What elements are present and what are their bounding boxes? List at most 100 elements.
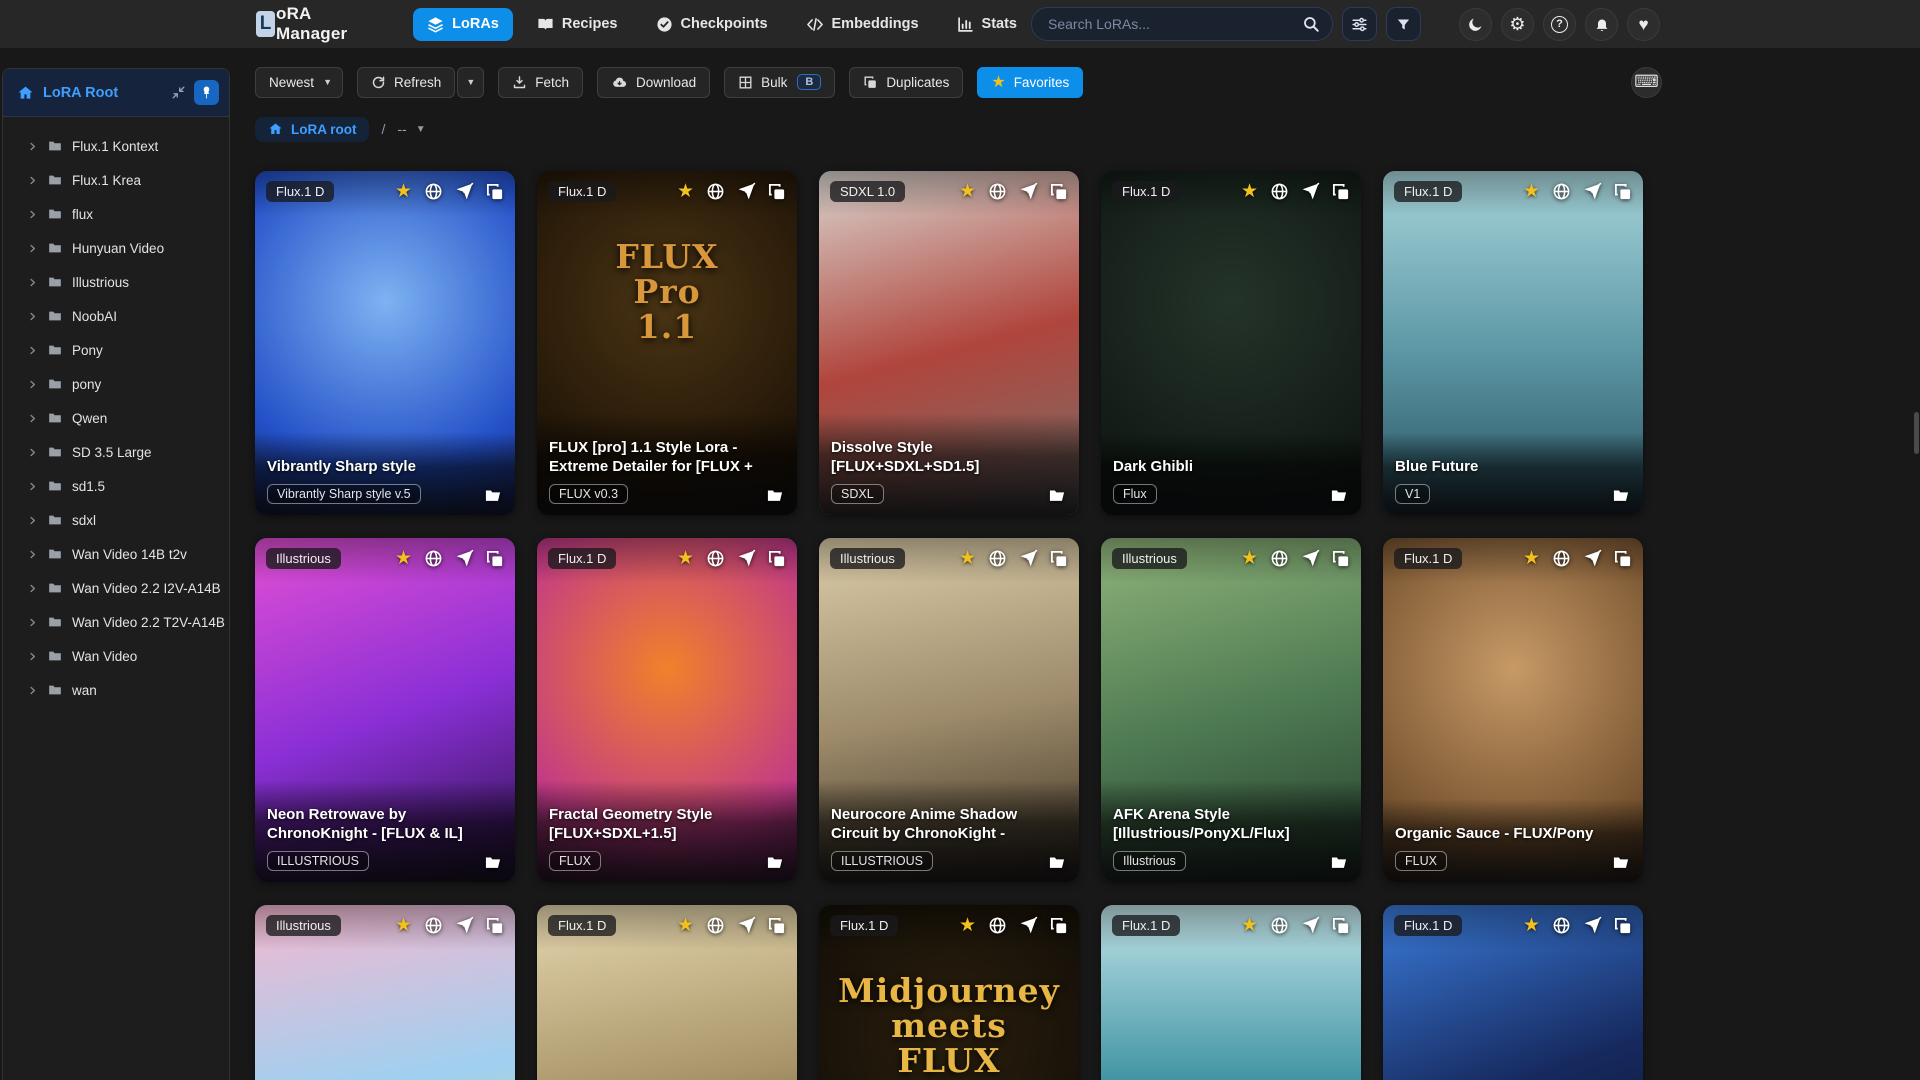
chevron-right-icon[interactable] bbox=[27, 583, 38, 594]
lora-card[interactable]: Illustrious ★ Neon Retrowave by ChronoKn… bbox=[255, 538, 515, 882]
lora-card[interactable]: Flux.1 D ★ FLUX Pro 1.1 FLUX [pro] 1.1 Sty… bbox=[537, 171, 797, 515]
globe-icon[interactable] bbox=[424, 549, 443, 568]
filter-button[interactable] bbox=[1386, 7, 1421, 41]
lora-card[interactable]: Flux.1 D ★ Fractal Geometry Style [FLUX+… bbox=[537, 538, 797, 882]
open-folder-icon[interactable] bbox=[765, 487, 785, 504]
copy-icon[interactable] bbox=[486, 917, 504, 935]
folder-tree-item[interactable]: Qwen bbox=[3, 401, 229, 435]
globe-icon[interactable] bbox=[988, 916, 1007, 935]
folder-tree-item[interactable]: Wan Video 2.2 I2V-A14B bbox=[3, 571, 229, 605]
lora-card[interactable]: Flux.1 D ★ Vibrantly Sharp style Vibrant… bbox=[255, 171, 515, 515]
favorite-star-icon[interactable]: ★ bbox=[959, 916, 976, 935]
pin-sidebar-button[interactable] bbox=[194, 80, 219, 105]
copy-icon[interactable] bbox=[1050, 550, 1068, 568]
favorite-star-icon[interactable]: ★ bbox=[677, 182, 694, 201]
send-icon[interactable] bbox=[455, 916, 474, 935]
copy-icon[interactable] bbox=[486, 550, 504, 568]
globe-icon[interactable] bbox=[706, 182, 725, 201]
folder-tree-item[interactable]: flux bbox=[3, 197, 229, 231]
help-button[interactable]: ? bbox=[1543, 7, 1576, 41]
sort-select[interactable]: Newest ▼ bbox=[255, 66, 343, 98]
favorite-star-icon[interactable]: ★ bbox=[395, 182, 412, 201]
chevron-right-icon[interactable] bbox=[27, 651, 38, 662]
globe-icon[interactable] bbox=[1552, 549, 1571, 568]
send-icon[interactable] bbox=[1301, 182, 1320, 201]
chevron-right-icon[interactable] bbox=[27, 243, 38, 254]
favorite-star-icon[interactable]: ★ bbox=[959, 549, 976, 568]
copy-icon[interactable] bbox=[486, 183, 504, 201]
send-icon[interactable] bbox=[1583, 549, 1602, 568]
favorite-star-icon[interactable]: ★ bbox=[1523, 916, 1540, 935]
search-input[interactable] bbox=[1048, 16, 1302, 32]
send-icon[interactable] bbox=[1301, 916, 1320, 935]
collapse-tree-icon[interactable] bbox=[171, 85, 186, 100]
send-icon[interactable] bbox=[1583, 916, 1602, 935]
lora-card[interactable]: Flux.1 D ★ Organic Sauce - FLUX/Pony FLU… bbox=[1383, 538, 1643, 882]
globe-icon[interactable] bbox=[424, 182, 443, 201]
lora-card[interactable]: Flux.1 D ★ Blue Future V1 bbox=[1383, 171, 1643, 515]
copy-icon[interactable] bbox=[1614, 183, 1632, 201]
favorite-star-icon[interactable]: ★ bbox=[395, 916, 412, 935]
folder-tree-item[interactable]: sd1.5 bbox=[3, 469, 229, 503]
lora-card[interactable]: Illustrious ★ AFK Arena Style [Illustrio… bbox=[1101, 538, 1361, 882]
send-icon[interactable] bbox=[737, 549, 756, 568]
lora-card[interactable]: Illustrious ★ bbox=[255, 905, 515, 1080]
send-icon[interactable] bbox=[455, 182, 474, 201]
chevron-right-icon[interactable] bbox=[27, 447, 38, 458]
chevron-right-icon[interactable] bbox=[27, 549, 38, 560]
favorites-filter-button[interactable]: ★ Favorites bbox=[977, 66, 1084, 98]
globe-icon[interactable] bbox=[1270, 549, 1289, 568]
lora-card[interactable]: Flux.1 D ★ Dark Ghibli Flux bbox=[1101, 171, 1361, 515]
fetch-button[interactable]: Fetch bbox=[498, 66, 584, 98]
send-icon[interactable] bbox=[455, 549, 474, 568]
folder-tree-item[interactable]: wan bbox=[3, 673, 229, 707]
folder-tree-item[interactable]: pony bbox=[3, 367, 229, 401]
lora-card[interactable]: Illustrious ★ Neurocore Anime Shadow Cir… bbox=[819, 538, 1079, 882]
open-folder-icon[interactable] bbox=[483, 854, 503, 871]
chevron-right-icon[interactable] bbox=[27, 277, 38, 288]
tab-embeddings[interactable]: Embeddings bbox=[792, 8, 933, 41]
globe-icon[interactable] bbox=[424, 916, 443, 935]
notifications-button[interactable] bbox=[1585, 7, 1618, 41]
support-button[interactable]: ♥ bbox=[1627, 7, 1660, 41]
lora-card[interactable]: Flux.1 D ★ bbox=[1101, 905, 1361, 1080]
favorite-star-icon[interactable]: ★ bbox=[677, 916, 694, 935]
send-icon[interactable] bbox=[1019, 182, 1038, 201]
lora-card[interactable]: Flux.1 D ★ bbox=[537, 905, 797, 1080]
chevron-right-icon[interactable] bbox=[27, 311, 38, 322]
send-icon[interactable] bbox=[1019, 549, 1038, 568]
chevron-right-icon[interactable] bbox=[27, 345, 38, 356]
tab-stats[interactable]: Stats bbox=[943, 8, 1031, 41]
tab-checkpoints[interactable]: Checkpoints bbox=[642, 8, 782, 41]
refresh-button[interactable]: Refresh bbox=[357, 66, 456, 98]
copy-icon[interactable] bbox=[768, 917, 786, 935]
search-box[interactable] bbox=[1031, 7, 1333, 41]
send-icon[interactable] bbox=[1019, 916, 1038, 935]
favorite-star-icon[interactable]: ★ bbox=[1523, 549, 1540, 568]
open-folder-icon[interactable] bbox=[1047, 487, 1067, 504]
globe-icon[interactable] bbox=[1552, 916, 1571, 935]
lora-card[interactable]: SDXL 1.0 ★ Dissolve Style [FLUX+SDXL+SD1… bbox=[819, 171, 1079, 515]
folder-tree-item[interactable]: Pony bbox=[3, 333, 229, 367]
globe-icon[interactable] bbox=[988, 182, 1007, 201]
chevron-right-icon[interactable] bbox=[27, 413, 38, 424]
copy-icon[interactable] bbox=[768, 183, 786, 201]
chevron-right-icon[interactable] bbox=[27, 685, 38, 696]
folder-tree-item[interactable]: Flux.1 Kontext bbox=[3, 129, 229, 163]
globe-icon[interactable] bbox=[1270, 916, 1289, 935]
search-icon[interactable] bbox=[1302, 15, 1320, 33]
open-folder-icon[interactable] bbox=[1329, 487, 1349, 504]
favorite-star-icon[interactable]: ★ bbox=[959, 182, 976, 201]
keyboard-shortcuts-button[interactable]: ⌨ bbox=[1631, 66, 1662, 98]
chevron-right-icon[interactable] bbox=[27, 617, 38, 628]
globe-icon[interactable] bbox=[706, 916, 725, 935]
lora-card[interactable]: Flux.1 D ★ bbox=[1383, 905, 1643, 1080]
open-folder-icon[interactable] bbox=[1329, 854, 1349, 871]
copy-icon[interactable] bbox=[1050, 183, 1068, 201]
copy-icon[interactable] bbox=[1614, 550, 1632, 568]
open-folder-icon[interactable] bbox=[1611, 487, 1631, 504]
refresh-options-button[interactable]: ▼ bbox=[457, 66, 485, 98]
favorite-star-icon[interactable]: ★ bbox=[1241, 916, 1258, 935]
globe-icon[interactable] bbox=[706, 549, 725, 568]
open-folder-icon[interactable] bbox=[765, 854, 785, 871]
